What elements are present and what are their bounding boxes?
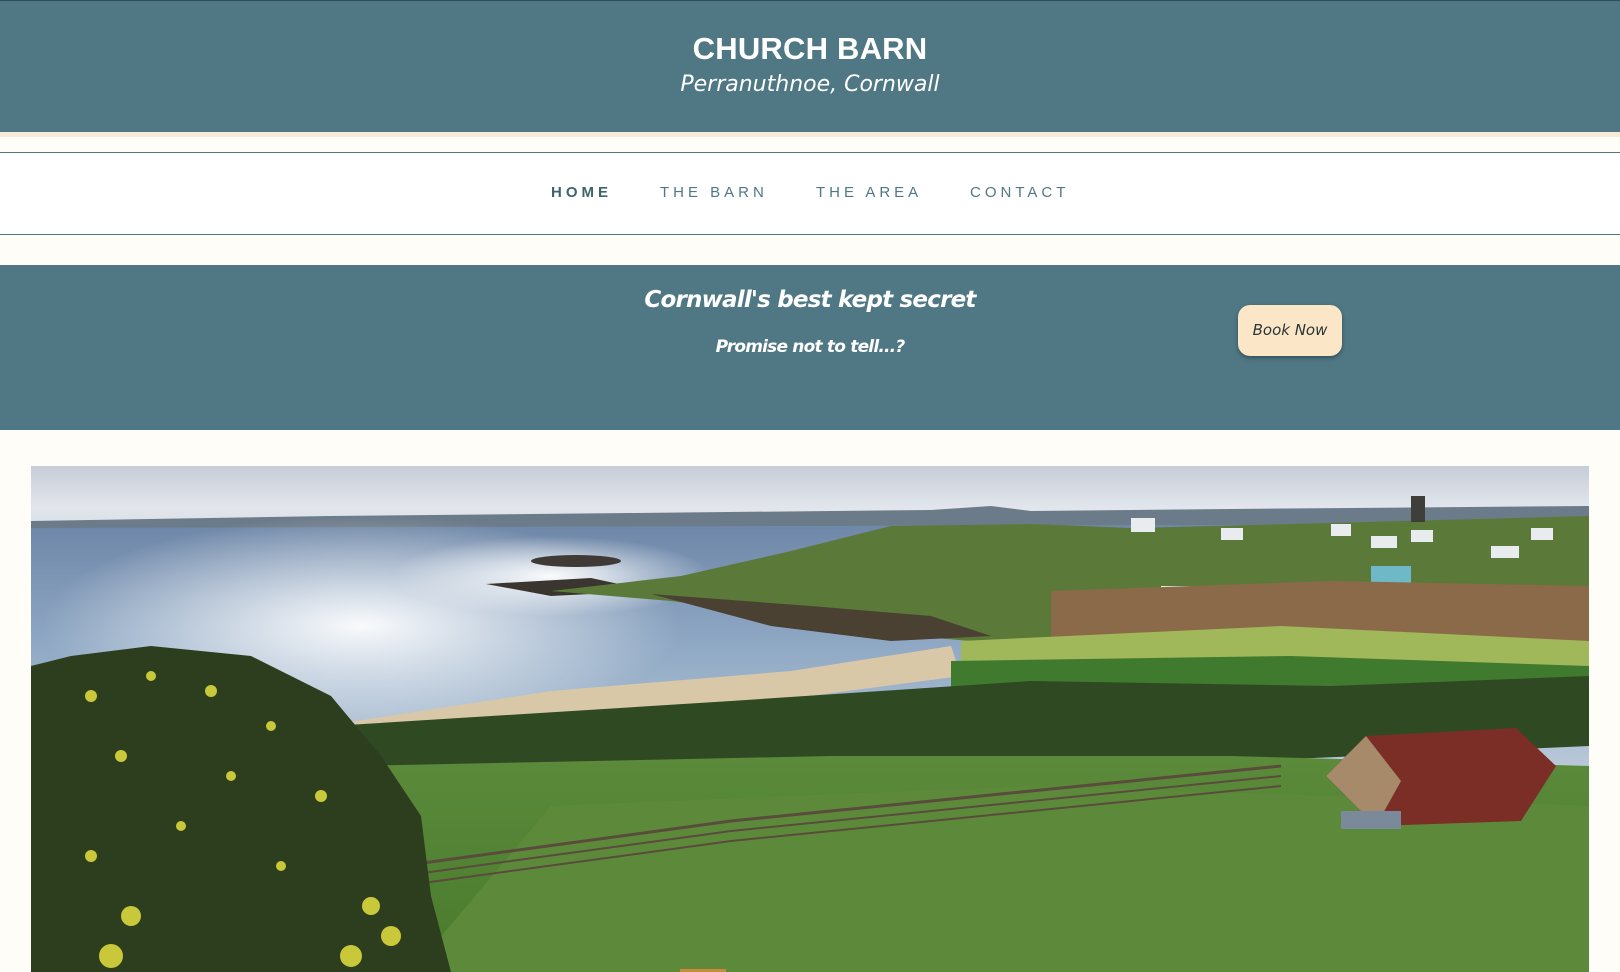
- nav-item-the-area[interactable]: THE AREA: [816, 184, 922, 201]
- header-divider: [0, 132, 1620, 137]
- nav-item-contact[interactable]: CONTACT: [970, 184, 1069, 201]
- tagline: Cornwall's best kept secret: [644, 287, 976, 313]
- site-subtitle: Perranuthnoe, Cornwall: [680, 72, 940, 97]
- hero-landscape-image: [31, 466, 1589, 972]
- hero-banner: Cornwall's best kept secret Promise not …: [0, 265, 1620, 430]
- site-title[interactable]: CHURCH BARN: [0, 31, 1620, 67]
- nav-item-the-barn[interactable]: THE BARN: [660, 184, 768, 201]
- nav-item-home[interactable]: HOME: [551, 184, 612, 201]
- sub-tagline: Promise not to tell...?: [715, 337, 906, 357]
- book-now-button[interactable]: Book Now: [1238, 305, 1342, 356]
- main-navigation: HOME THE BARN THE AREA CONTACT: [0, 152, 1620, 235]
- site-header: CHURCH BARN Perranuthnoe, Cornwall: [0, 0, 1620, 132]
